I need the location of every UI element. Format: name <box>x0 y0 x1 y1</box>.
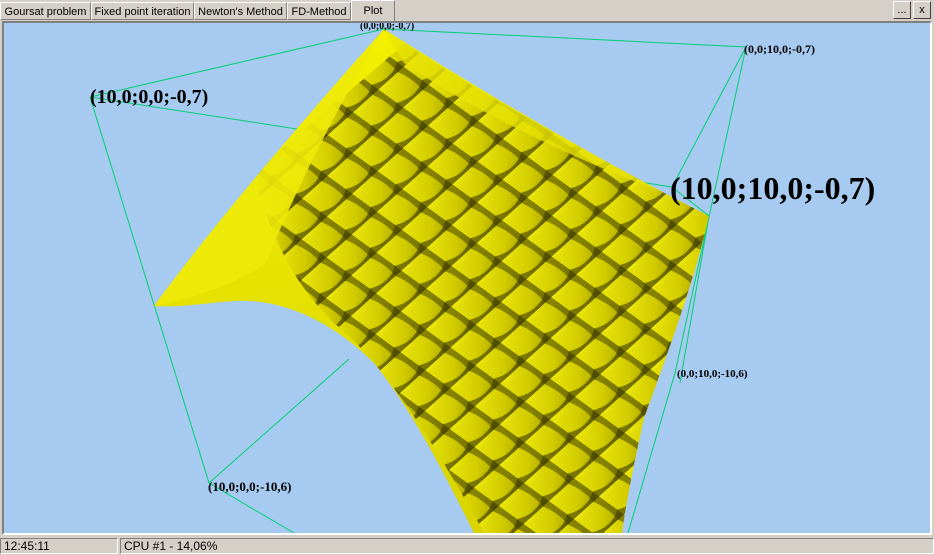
corner-label-top-far: (0,0;0,0;-0,7) <box>360 23 414 32</box>
status-time: 12:45:11 <box>0 538 118 554</box>
tab-fixed-point-iteration[interactable]: Fixed point iteration <box>91 2 194 20</box>
corner-label-right-bottom: (0,0;10,0;-10,6) <box>677 368 748 380</box>
app-window: Goursat problem Fixed point iteration Ne… <box>0 0 934 555</box>
tab-goursat-problem[interactable]: Goursat problem <box>0 2 91 20</box>
tab-fd-method[interactable]: FD-Method <box>287 2 351 20</box>
tab-newtons-method[interactable]: Newton's Method <box>194 2 287 20</box>
more-button[interactable]: ... <box>893 1 911 19</box>
status-cpu: CPU #1 - 14,06% <box>120 538 934 554</box>
corner-label-left-top: (10,0;0,0;-0,7) <box>90 86 208 108</box>
surface-mesh <box>154 29 709 533</box>
corner-label-right-top-near: (10,0;10,0;-0,7) <box>670 170 875 206</box>
corner-label-left-bottom: (10,0;0,0;-10,6) <box>208 479 291 494</box>
tab-plot[interactable]: Plot <box>351 0 395 21</box>
status-bar: 12:45:11 CPU #1 - 14,06% <box>0 537 934 555</box>
close-button[interactable]: x <box>913 1 931 19</box>
tab-bar: Goursat problem Fixed point iteration Ne… <box>0 0 934 22</box>
plot-panel: (0,0;0,0;-0,7) (10,0;0,0;-0,7) (0,0;10,0… <box>2 21 932 535</box>
surface-plot-svg[interactable]: (0,0;0,0;-0,7) (10,0;0,0;-0,7) (0,0;10,0… <box>4 23 930 533</box>
corner-label-right-top-far: (0,0;10,0;-0,7) <box>744 42 815 56</box>
plot-canvas[interactable]: (0,0;0,0;-0,7) (10,0;0,0;-0,7) (0,0;10,0… <box>4 23 930 533</box>
